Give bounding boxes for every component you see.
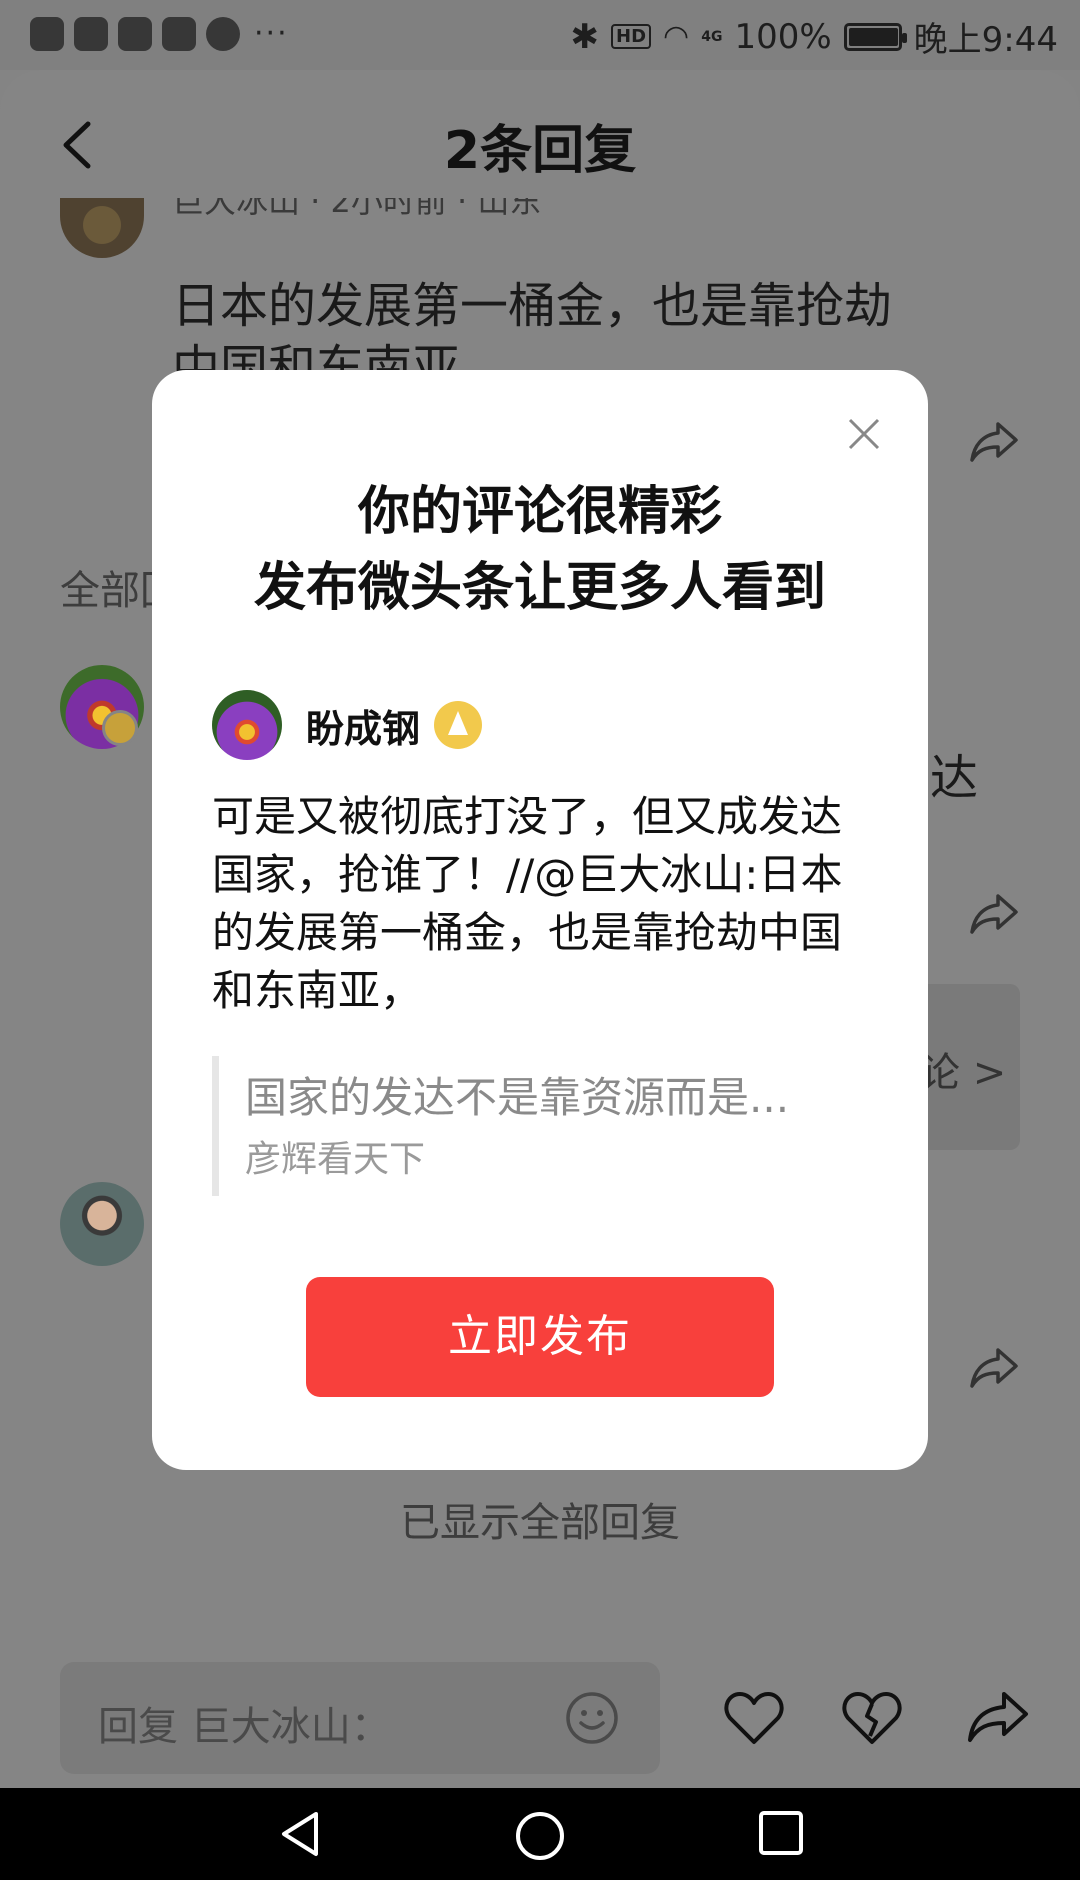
battery-percent: 100% bbox=[734, 16, 832, 57]
vip-badge-icon bbox=[102, 710, 138, 746]
status-bar: ··· ✱ HD ◠ 4G 100% 晚上9:44 bbox=[0, 0, 1080, 70]
share-icon[interactable] bbox=[968, 892, 1020, 936]
nav-home-icon[interactable] bbox=[514, 1810, 566, 1862]
hd-icon: HD bbox=[611, 24, 652, 49]
wifi-icon: ◠ bbox=[663, 19, 690, 54]
forward-icon[interactable] bbox=[966, 1690, 1030, 1746]
share-icon[interactable] bbox=[968, 420, 1020, 464]
comment-author: 盼成钢 bbox=[212, 690, 483, 760]
reply-bar: 回复 巨大冰山： bbox=[0, 1640, 1080, 1788]
quoted-article: 国家的发达不是靠资源而是... 彦辉看天下 bbox=[212, 1056, 872, 1196]
baidu-app-icon bbox=[74, 16, 108, 51]
comment-text-line1: 日本的发展第一桶金，也是靠抢劫 bbox=[172, 278, 893, 334]
system-nav-bar bbox=[0, 1788, 1080, 1880]
more-notifications-icon: ··· bbox=[254, 16, 289, 51]
dialog-title: 你的评论很精彩 发布微头条让更多人看到 bbox=[152, 474, 928, 626]
shield-icon bbox=[162, 16, 196, 51]
reply-placeholder: 回复 巨大冰山： bbox=[98, 1704, 391, 1750]
reply-input[interactable]: 回复 巨大冰山： bbox=[60, 1662, 660, 1774]
notification-icons: ··· bbox=[30, 16, 289, 51]
share-icon[interactable] bbox=[968, 1346, 1020, 1390]
emoji-icon[interactable] bbox=[564, 1690, 620, 1746]
system-status: ✱ HD ◠ 4G 100% 晚上9:44 bbox=[571, 12, 1059, 61]
vip-badge-icon bbox=[434, 701, 483, 749]
signal-icon: 4G bbox=[701, 28, 723, 45]
all-replies-label: 全部回复 bbox=[60, 568, 152, 614]
reply-text-fragment: 达 bbox=[930, 750, 979, 806]
broken-heart-icon[interactable] bbox=[842, 1690, 902, 1746]
battery-icon bbox=[843, 22, 907, 51]
bluetooth-icon: ✱ bbox=[570, 16, 600, 57]
like-heart-icon[interactable] bbox=[724, 1690, 784, 1746]
publish-now-button[interactable]: 立即发布 bbox=[306, 1277, 774, 1397]
quoted-article-author: 彦辉看天下 bbox=[245, 1139, 426, 1180]
comment-meta: 巨大冰山 · 2小时前 · 山东 bbox=[172, 198, 542, 220]
close-icon[interactable] bbox=[846, 416, 882, 452]
page-title: 2条回复 bbox=[443, 121, 637, 181]
dialog-title-line2: 发布微头条让更多人看到 bbox=[253, 558, 826, 618]
avatar[interactable] bbox=[60, 198, 144, 258]
avatar bbox=[212, 690, 282, 760]
baidu-paw-icon bbox=[30, 16, 64, 51]
publish-prompt-dialog: 你的评论很精彩 发布微头条让更多人看到 盼成钢 可是又被彻底打没了，但又成发达国… bbox=[152, 370, 928, 1470]
avatar[interactable] bbox=[60, 1182, 144, 1266]
huawei-icon bbox=[118, 16, 152, 51]
dialog-title-line1: 你的评论很精彩 bbox=[357, 482, 722, 542]
all-shown-text: 已显示全部回复 bbox=[400, 1500, 680, 1546]
nav-recents-icon[interactable] bbox=[758, 1810, 804, 1856]
message-icon bbox=[206, 16, 240, 51]
comment-body: 可是又被彻底打没了，但又成发达国家，抢谁了！//@巨大冰山:日本的发展第一桶金，… bbox=[212, 792, 843, 1015]
clock: 晚上9:44 bbox=[913, 20, 1058, 60]
quoted-card-arrow: 论 > bbox=[920, 1050, 1007, 1096]
username: 盼成钢 bbox=[306, 706, 421, 751]
quoted-article-title: 国家的发达不是靠资源而是... bbox=[245, 1073, 790, 1122]
battery-fill bbox=[848, 27, 898, 46]
nav-back-icon[interactable] bbox=[276, 1810, 324, 1858]
